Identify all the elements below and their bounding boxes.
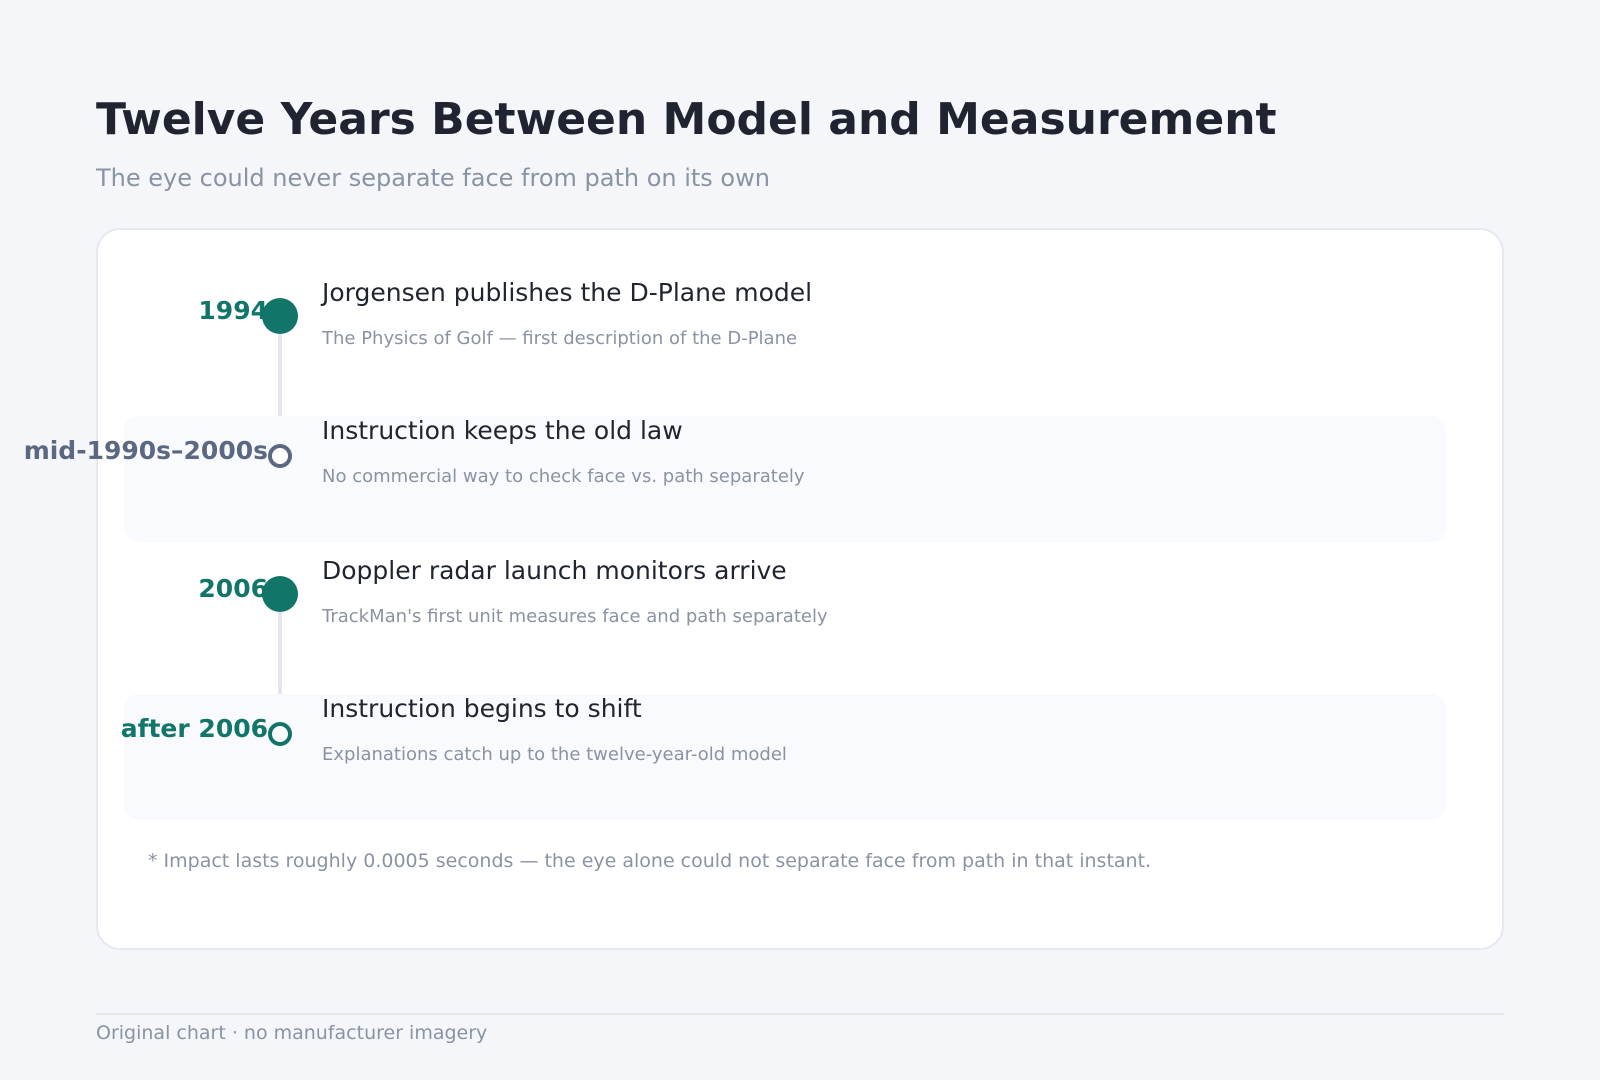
event-description: Explanations catch up to the twelve-year… <box>322 744 787 765</box>
footer-divider <box>96 1013 1504 1015</box>
event-title: Instruction keeps the old law <box>322 416 683 445</box>
chart-title: Twelve Years Between Model and Measureme… <box>96 94 1277 145</box>
event-date: mid-1990s–2000s <box>23 436 268 465</box>
event-date: 2006 <box>198 574 268 603</box>
milestone-marker-icon <box>268 722 292 746</box>
event-title: Instruction begins to shift <box>322 694 642 723</box>
milestone-marker-icon <box>262 298 298 334</box>
milestone-marker-icon <box>262 576 298 612</box>
event-description: No commercial way to check face vs. path… <box>322 466 805 487</box>
timeline-card: 1994 Jorgensen publishes the D-Plane mod… <box>24 228 1504 950</box>
event-date: 1994 <box>198 296 268 325</box>
source-note: Original chart · no manufacturer imagery <box>96 1022 488 1044</box>
milestone-marker-icon <box>268 444 292 468</box>
footnote: * Impact lasts roughly 0.0005 seconds — … <box>148 850 1152 872</box>
event-title: Jorgensen publishes the D-Plane model <box>322 278 813 307</box>
chart-subtitle: The eye could never separate face from p… <box>96 164 770 192</box>
event-description: TrackMan's first unit measures face and … <box>322 606 828 627</box>
event-description: The Physics of Golf — first description … <box>322 328 798 349</box>
event-title: Doppler radar launch monitors arrive <box>322 556 787 585</box>
event-date: after 2006 <box>120 714 268 743</box>
